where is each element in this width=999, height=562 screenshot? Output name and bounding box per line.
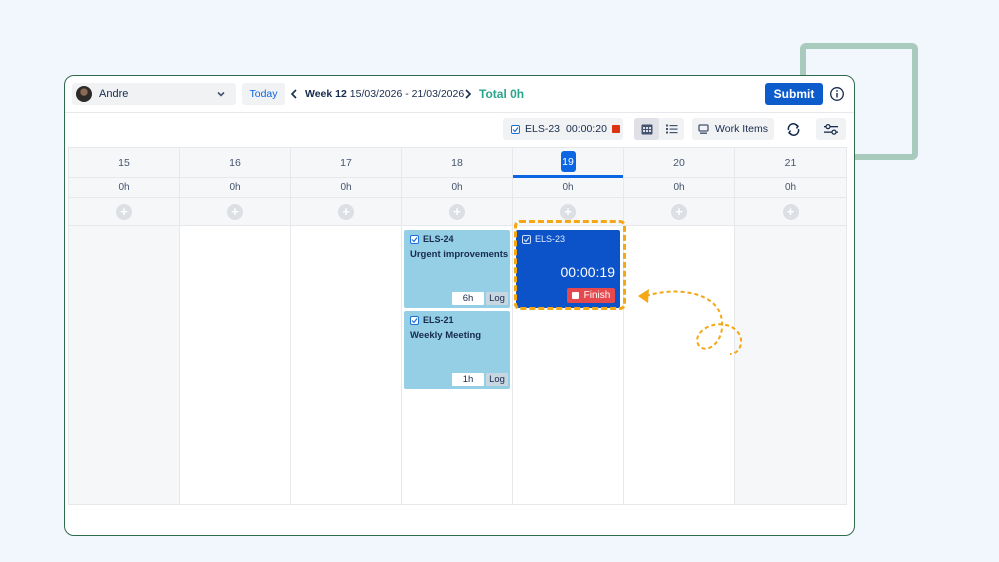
add-worklog-button[interactable]: + (671, 203, 687, 220)
add-row: + (69, 198, 179, 226)
week-number: Week 12 (305, 88, 347, 100)
submit-button[interactable]: Submit (765, 83, 823, 105)
add-worklog-button[interactable]: + (338, 203, 354, 220)
worklog-card[interactable]: ELS-21 Weekly Meeting 1h Log (404, 311, 510, 389)
dashed-arrow-icon (638, 289, 743, 355)
timer-card-key-text: ELS-23 (535, 234, 566, 244)
hours-input[interactable]: 6h (452, 292, 484, 305)
day-column-18[interactable]: 18 0h + ELS-24 Urgent improvements 6h Lo… (402, 148, 513, 504)
worklog-key: ELS-24 (410, 234, 454, 244)
inbox-icon (698, 123, 709, 134)
user-select[interactable]: Andre (72, 83, 236, 105)
sliders-icon (824, 123, 838, 135)
work-items-label: Work Items (715, 123, 768, 135)
log-button[interactable]: Log (486, 292, 508, 305)
day-header: 17 (291, 148, 401, 178)
day-header: 18 (402, 148, 512, 178)
list-view-button[interactable] (659, 118, 684, 140)
timer-issue-key: ELS-23 (525, 123, 561, 135)
day-column-16[interactable]: 16 0h + (180, 148, 291, 504)
day-column-15: 15 0h + (69, 148, 180, 504)
day-header: 21 (735, 148, 846, 178)
checkbox-icon (410, 234, 419, 244)
worklog-key-text: ELS-21 (423, 315, 454, 325)
user-name: Andre (99, 88, 129, 100)
day-date: 15 (118, 156, 130, 169)
timer-elapsed: 00:00:20 (566, 123, 607, 135)
today-button[interactable]: Today (242, 83, 285, 105)
day-total: 0h (513, 178, 623, 198)
checkbox-icon (410, 315, 419, 325)
list-icon (665, 124, 677, 134)
day-total: 0h (291, 178, 401, 198)
checkbox-icon (522, 234, 531, 244)
checkbox-icon (511, 124, 520, 134)
day-total: 0h (402, 178, 512, 198)
settings-button[interactable] (816, 118, 846, 140)
worklog-key-text: ELS-24 (423, 234, 454, 244)
active-timer-card[interactable]: ELS-23 00:00:19 Finish (516, 230, 620, 308)
timer-running-time: 00:00:19 (560, 264, 616, 280)
day-total: 0h (69, 178, 179, 198)
chevron-right-icon[interactable] (461, 86, 475, 102)
add-row: + (291, 198, 401, 226)
day-body: ELS-24 Urgent improvements 6h Log ELS-21… (402, 226, 512, 504)
day-date: 21 (784, 156, 797, 169)
calendar-view-button[interactable] (634, 118, 659, 140)
day-column-17[interactable]: 17 0h + (291, 148, 402, 504)
timer-card-key: ELS-23 (522, 234, 565, 244)
day-date: 17 (340, 156, 352, 169)
day-total: 0h (735, 178, 846, 198)
chevron-left-icon[interactable] (287, 86, 301, 102)
view-toggle (634, 118, 684, 140)
day-date: 20 (673, 156, 685, 169)
log-button[interactable]: Log (486, 373, 508, 386)
add-worklog-button[interactable]: + (227, 203, 243, 220)
week-label: Week 12 15/03/2026 - 21/03/2026 (305, 88, 464, 100)
day-column-19[interactable]: 19 0h + ELS-23 00:00:19 Finish (513, 148, 624, 504)
active-timer-chip[interactable]: ELS-23 00:00:20 (503, 118, 623, 140)
day-date: 16 (229, 156, 241, 169)
chevron-down-icon (217, 91, 225, 97)
info-icon[interactable] (829, 86, 845, 102)
week-range: 15/03/2026 - 21/03/2026 (349, 88, 465, 100)
day-header: 15 (69, 148, 179, 178)
add-row: + (513, 198, 623, 226)
worklog-key: ELS-21 (410, 315, 454, 325)
day-total: 0h (624, 178, 734, 198)
header-divider (65, 112, 854, 113)
hours-input[interactable]: 1h (452, 373, 484, 386)
add-worklog-button[interactable]: + (449, 203, 465, 220)
add-row: + (402, 198, 512, 226)
avatar (76, 86, 92, 102)
add-row: + (735, 198, 846, 226)
day-header: 16 (180, 148, 290, 178)
add-row: + (624, 198, 734, 226)
finish-label: Finish (583, 290, 611, 301)
day-header: 20 (624, 148, 734, 178)
today-date-pill: 19 (560, 151, 576, 172)
stop-icon[interactable] (611, 125, 620, 133)
day-header-today: 19 (513, 148, 623, 178)
work-items-button[interactable]: Work Items (692, 118, 774, 140)
worklog-title: Urgent improvements (410, 249, 509, 260)
day-date: 18 (451, 156, 463, 169)
total-hours: Total 0h (479, 87, 525, 101)
finish-button[interactable]: Finish (567, 288, 615, 303)
add-worklog-button[interactable]: + (782, 203, 799, 220)
calendar-icon (641, 124, 652, 135)
day-total: 0h (180, 178, 290, 198)
add-worklog-button[interactable]: + (116, 203, 132, 220)
refresh-icon[interactable] (785, 121, 802, 138)
worklog-title: Weekly Meeting (410, 330, 482, 341)
stop-icon (571, 292, 579, 299)
add-worklog-button[interactable]: + (560, 203, 576, 220)
day-body: ELS-23 00:00:19 Finish (513, 226, 623, 504)
add-row: + (180, 198, 290, 226)
worklog-card[interactable]: ELS-24 Urgent improvements 6h Log (404, 230, 510, 308)
